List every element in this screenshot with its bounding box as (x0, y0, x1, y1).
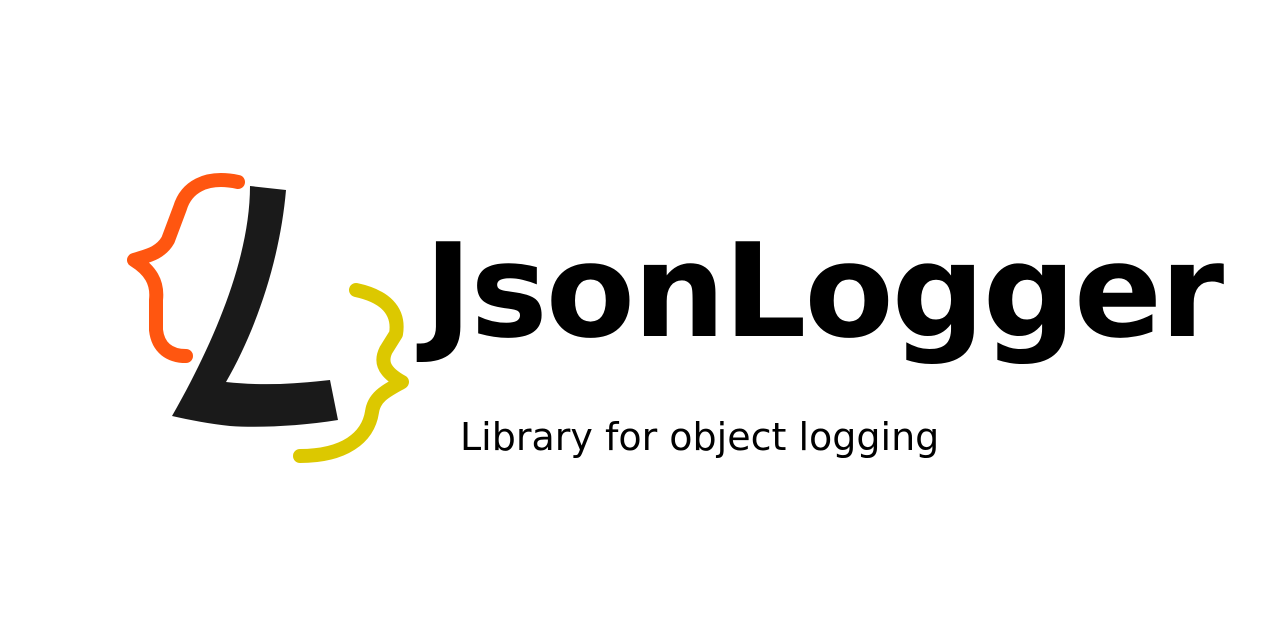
banner: JsonLogger Library for object logging (0, 0, 1280, 640)
right-brace-shape (293, 283, 409, 463)
brand-tagline: Library for object logging (460, 415, 940, 459)
brand-title: JsonLogger (424, 215, 1224, 367)
letter-l-shape (172, 186, 338, 427)
braces-l-logo-icon (127, 173, 409, 463)
